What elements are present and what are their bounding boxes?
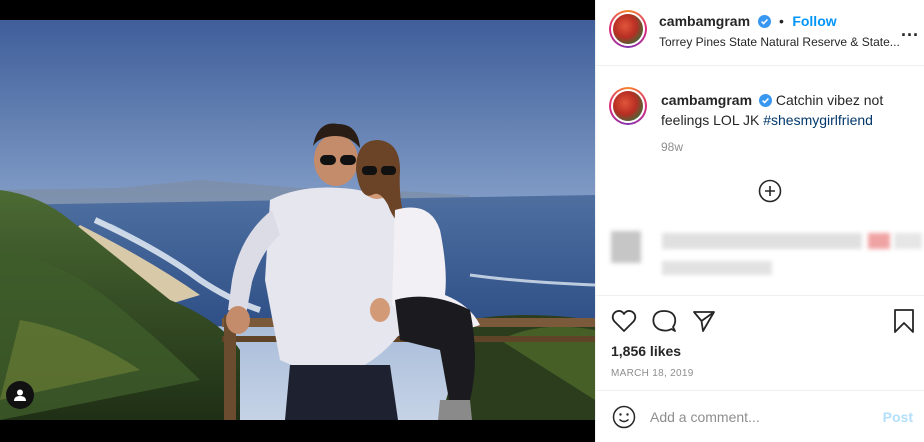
- post-media-container: [0, 0, 595, 442]
- comment-form: Post: [596, 390, 924, 442]
- bookmark-icon[interactable]: [893, 308, 915, 339]
- caption-username[interactable]: cambamgram: [661, 92, 752, 108]
- post-details-panel: cambamgram • Follow Torrey Pines State N…: [595, 0, 924, 442]
- comment-input[interactable]: [650, 409, 870, 425]
- location-link[interactable]: Torrey Pines State Natural Reserve & Sta…: [659, 35, 911, 49]
- post-comment-button[interactable]: Post: [883, 409, 913, 425]
- username-link[interactable]: cambamgram: [659, 13, 750, 29]
- heart-icon[interactable]: [611, 309, 637, 338]
- separator-dot: •: [778, 13, 784, 29]
- user-tag-icon[interactable]: [6, 381, 34, 409]
- plus-circle-icon[interactable]: [758, 179, 782, 203]
- share-icon[interactable]: [692, 309, 716, 338]
- comment-icon[interactable]: [651, 309, 677, 338]
- avatar[interactable]: [609, 10, 647, 48]
- hashtag-link[interactable]: #shesmygirlfriend: [763, 112, 873, 128]
- post-actions: 1,856 likes MARCH 18, 2019: [596, 295, 924, 390]
- post-header: cambamgram • Follow Torrey Pines State N…: [596, 0, 924, 66]
- post-photo[interactable]: [0, 20, 595, 420]
- verified-badge-icon: [758, 93, 772, 111]
- more-options-button[interactable]: ...: [901, 20, 919, 41]
- caption-avatar[interactable]: [609, 87, 647, 125]
- caption: cambamgram Catchin vibez not feelings LO…: [661, 91, 911, 129]
- post-date: MARCH 18, 2019: [611, 368, 694, 379]
- caption-timestamp: 98w: [661, 140, 684, 154]
- likes-count[interactable]: 1,856 likes: [611, 343, 681, 359]
- verified-badge-icon: [757, 15, 771, 33]
- follow-button[interactable]: Follow: [792, 13, 836, 29]
- emoji-icon[interactable]: [612, 405, 636, 434]
